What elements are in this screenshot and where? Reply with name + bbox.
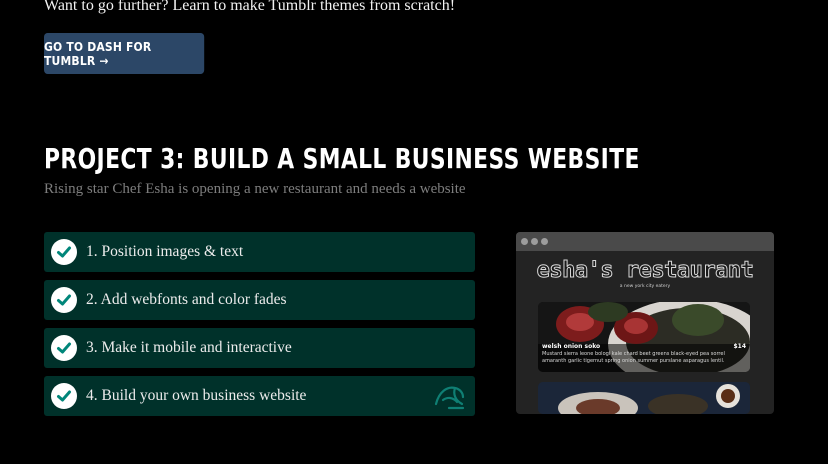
check-icon (51, 383, 77, 409)
step-label: 2. Add webfonts and color fades (86, 291, 287, 308)
restaurant-tagline: a new york city eatery (619, 284, 671, 289)
project-subtitle: Rising star Chef Esha is opening a new r… (44, 181, 466, 197)
restaurant-preview: esha's restaurant a new york city eatery… (516, 232, 774, 414)
step-item-2[interactable]: 2. Add webfonts and color fades (44, 280, 475, 320)
check-icon (51, 239, 77, 265)
step-item-1[interactable]: 1. Position images & text (44, 232, 475, 272)
restaurant-name: esha's restaurant (536, 258, 754, 284)
dish-name: welsh onion soko (542, 343, 601, 350)
window-dot-icon (541, 238, 548, 245)
check-icon (51, 335, 77, 361)
browser-bar (516, 232, 774, 251)
bird-icon (433, 382, 467, 414)
step-label: 3. Make it mobile and interactive (86, 339, 292, 356)
dish-description: Mustard sierra leone bologi kale chard b… (542, 351, 725, 364)
step-label: 4. Build your own business website (86, 387, 307, 404)
intro-text: Want to go further? Learn to make Tumblr… (44, 0, 456, 14)
step-item-3[interactable]: 3. Make it mobile and interactive (44, 328, 475, 368)
dish-row: welsh onion soko $14 (538, 343, 750, 350)
check-icon (51, 287, 77, 313)
window-dot-icon (521, 238, 528, 245)
dish-photo-2 (538, 382, 750, 414)
step-item-4[interactable]: 4. Build your own business website (44, 376, 475, 416)
dish-price: $14 (733, 343, 746, 350)
go-to-dash-button[interactable]: GO TO DASH FOR TUMBLR → (44, 33, 205, 74)
window-dot-icon (531, 238, 538, 245)
project-title: PROJECT 3: BUILD A SMALL BUSINESS WEBSIT… (44, 142, 640, 175)
step-label: 1. Position images & text (86, 243, 244, 260)
